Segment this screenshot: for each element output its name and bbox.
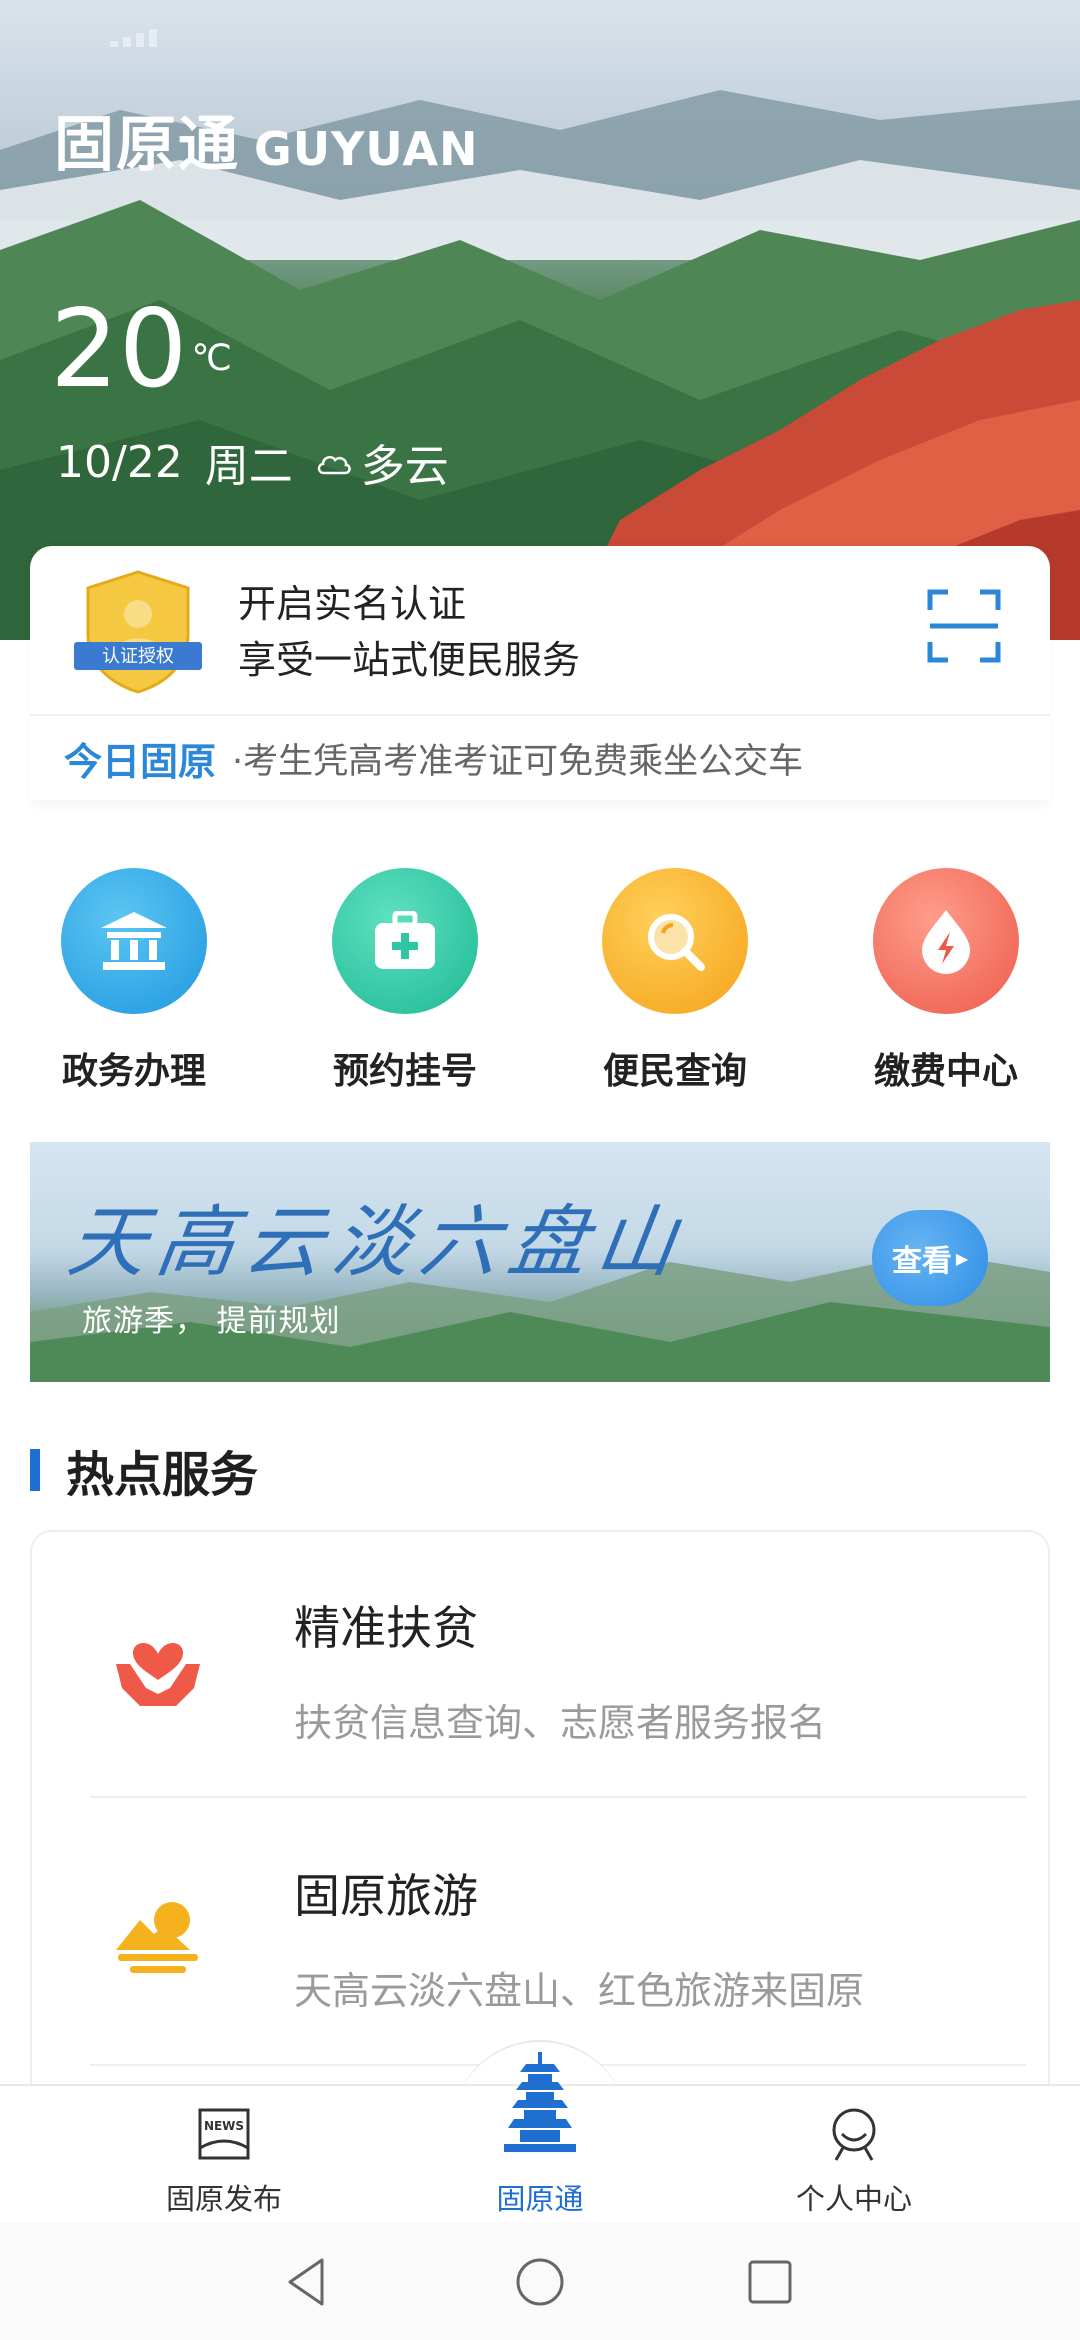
profile-icon (832, 2108, 876, 2161)
banner-calligraphy: 天高云淡六盘山 (62, 1198, 692, 1288)
heart-hands-icon (116, 1642, 200, 1706)
auth-line-2: 享受一站式便民服务 (238, 638, 581, 682)
temperature-display: 20 ℃ (50, 296, 232, 404)
hot-service-desc: 天高云淡六盘山、红色旅游来固原 (294, 1969, 865, 2013)
real-name-auth-card[interactable]: 认证授权 开启实名认证 享受一站式便民服务 (30, 546, 1050, 714)
hot-service-desc: 扶贫信息查询、志愿者服务报名 (294, 1701, 827, 1745)
service-public-inquiry[interactable]: 便民查询 (555, 862, 795, 1092)
service-government-affairs[interactable]: 政务办理 (14, 862, 254, 1092)
app-screen: 固原通 GUYUAN 20 ℃ 10/22 周二 多云 认证授权 开启实名认证 … (0, 0, 1080, 2340)
tourism-promo-banner[interactable]: 天高云淡六盘山 旅游季， 提前规划 查看 ▶ (30, 1142, 1050, 1382)
svg-text:NEWS: NEWS (204, 2119, 244, 2133)
tab-personal-center[interactable]: 个人中心 (734, 2086, 974, 2224)
service-payment-center[interactable]: 缴费中心 (826, 862, 1066, 1092)
tab-label: 个人中心 (795, 2182, 912, 2216)
badge-label: 认证授权 (102, 646, 174, 667)
date-text: 10/22 (56, 436, 183, 488)
weekday-text: 周二 (204, 441, 293, 492)
service-label: 便民查询 (602, 1051, 747, 1092)
status-bar-indicators (110, 28, 230, 56)
divider (90, 1796, 1026, 1798)
recents-icon[interactable] (740, 2252, 800, 2312)
auth-shield-badge-icon: 认证授权 (74, 570, 202, 694)
tab-label: 固原发布 (165, 2182, 282, 2216)
hot-service-guyuan-tourism[interactable]: 固原旅游 天高云淡六盘山、红色旅游来固原 (32, 1800, 1048, 2068)
bottom-tab-bar: NEWS 固原发布 固原通 个人中心 (0, 2052, 1080, 2224)
pagoda-icon (504, 2052, 576, 2152)
search-icon (602, 868, 748, 1014)
temperature-unit: ℃ (191, 338, 232, 379)
system-navigation-bar (0, 2222, 1080, 2340)
news-tag: 今日固原 (64, 739, 217, 784)
section-title: 热点服务 (66, 1447, 259, 1503)
brand-name-en: GUYUAN (254, 122, 479, 176)
chevron-right-icon: ▶ (955, 1248, 969, 1268)
brand-name-cn: 固原通 (54, 110, 240, 180)
today-guyuan-news-ticker[interactable]: 今日固原 ·考生凭高考准考证可免费乘坐公交车 (30, 714, 1050, 800)
temperature-value: 20 (50, 287, 188, 412)
tab-guyuan-release[interactable]: NEWS 固原发布 (104, 2086, 344, 2224)
tab-guyuan-tong[interactable]: 固原通 (420, 2052, 660, 2224)
service-label: 预约挂号 (332, 1051, 477, 1092)
weather-text: 多云 (360, 441, 449, 492)
hot-services-header: 热点服务 (30, 1438, 259, 1503)
date-weather-line: 10/22 周二 多云 (56, 430, 449, 494)
hot-service-poverty-alleviation[interactable]: 精准扶贫 扶贫信息查询、志愿者服务报名 (32, 1532, 1048, 1800)
service-appointment-registration[interactable]: 预约挂号 (285, 862, 525, 1092)
sun-mountain-icon (116, 1902, 198, 1973)
service-label: 缴费中心 (873, 1051, 1018, 1092)
news-icon: NEWS (198, 2108, 250, 2160)
back-icon[interactable] (278, 2252, 338, 2312)
quick-services-grid: 政务办理 预约挂号 便民查询 缴费中心 (0, 862, 1080, 1092)
news-message[interactable]: ·考生凭高考准考证可免费乘坐公交车 (232, 733, 803, 784)
government-building-icon (61, 868, 207, 1014)
section-accent-bar (30, 1449, 40, 1491)
service-label: 政务办理 (61, 1051, 206, 1092)
banner-subtitle: 旅游季， 提前规划 (82, 1304, 341, 1339)
payment-lightning-icon (873, 868, 1019, 1014)
tab-label: 固原通 (496, 2182, 584, 2216)
view-button-label: 查看 (891, 1244, 952, 1279)
cloud-icon (317, 455, 351, 475)
hot-service-title: 固原旅游 (294, 1869, 478, 1923)
medical-kit-icon (332, 868, 478, 1014)
view-button[interactable]: 查看 ▶ (872, 1210, 988, 1306)
app-brand: 固原通 GUYUAN (54, 96, 478, 183)
hero-weather-banner: 固原通 GUYUAN 20 ℃ 10/22 周二 多云 (0, 0, 1080, 640)
auth-line-1: 开启实名认证 (238, 582, 467, 626)
scan-icon[interactable] (926, 588, 1002, 664)
auth-prompt: 开启实名认证 享受一站式便民服务 (238, 576, 580, 688)
hot-service-title: 精准扶贫 (294, 1601, 478, 1655)
home-icon[interactable] (510, 2252, 570, 2312)
